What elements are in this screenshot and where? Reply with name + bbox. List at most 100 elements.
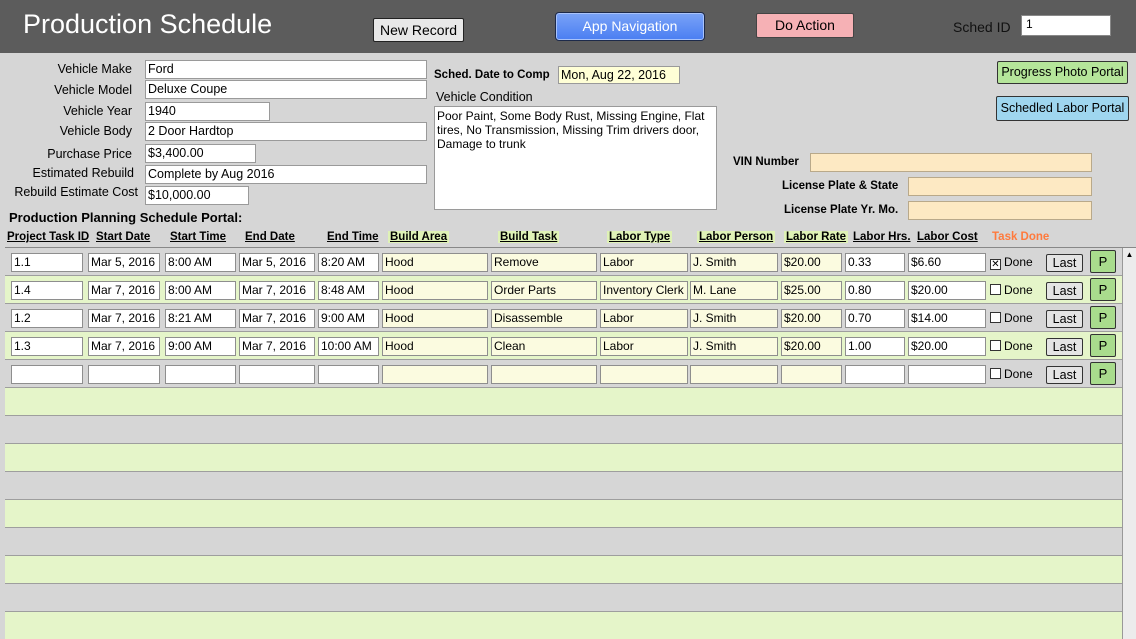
cell-labor-type[interactable]: [600, 365, 688, 384]
cell-labor-type[interactable]: Inventory Clerk: [600, 281, 688, 300]
task-done-checkbox[interactable]: Done: [990, 367, 1033, 381]
cell-labor-person[interactable]: J. Smith: [690, 309, 778, 328]
cell-start-date[interactable]: Mar 7, 2016: [88, 337, 160, 356]
cell-labor-rate[interactable]: $20.00: [781, 337, 842, 356]
cell-end-date[interactable]: [239, 365, 315, 384]
column-header-build-area[interactable]: Build Area: [388, 231, 450, 243]
task-done-checkbox[interactable]: Done: [990, 311, 1033, 325]
cell-labor-person[interactable]: J. Smith: [690, 337, 778, 356]
vin-field[interactable]: [810, 153, 1092, 172]
cell-labor-hrs[interactable]: 1.00: [845, 337, 905, 356]
cell-labor-rate[interactable]: $20.00: [781, 253, 842, 272]
cell-labor-rate[interactable]: [781, 365, 842, 384]
cell-labor-cost[interactable]: $20.00: [908, 281, 986, 300]
column-header-end-date[interactable]: End Date: [245, 231, 295, 243]
cell-end-date[interactable]: Mar 5, 2016: [239, 253, 315, 272]
column-header-task-id[interactable]: Project Task ID: [7, 231, 89, 243]
unchecked-box-icon[interactable]: [990, 312, 1001, 323]
unchecked-box-icon[interactable]: [990, 368, 1001, 379]
purchase-price-field[interactable]: $3,400.00: [145, 144, 256, 163]
last-button[interactable]: Last: [1046, 282, 1083, 300]
progress-photo-portal-button[interactable]: Progress Photo Portal: [997, 61, 1128, 84]
cell-start-date[interactable]: [88, 365, 160, 384]
p-button[interactable]: P: [1090, 362, 1116, 385]
cell-labor-person[interactable]: [690, 365, 778, 384]
cell-start-time[interactable]: 9:00 AM: [165, 337, 236, 356]
task-done-checkbox[interactable]: ✕ Done: [990, 255, 1033, 270]
last-button[interactable]: Last: [1046, 366, 1083, 384]
cell-labor-rate[interactable]: $25.00: [781, 281, 842, 300]
unchecked-box-icon[interactable]: [990, 340, 1001, 351]
task-done-checkbox[interactable]: Done: [990, 283, 1033, 297]
column-header-start-time[interactable]: Start Time: [170, 231, 226, 243]
column-header-end-time[interactable]: End Time: [327, 231, 379, 243]
cell-build-area[interactable]: Hood: [382, 253, 488, 272]
column-header-start-date[interactable]: Start Date: [96, 231, 150, 243]
cell-build-area[interactable]: Hood: [382, 337, 488, 356]
cell-labor-hrs[interactable]: 0.80: [845, 281, 905, 300]
scheduled-labor-portal-button[interactable]: Schedled Labor Portal: [996, 96, 1129, 121]
last-button[interactable]: Last: [1046, 338, 1083, 356]
cell-start-time[interactable]: [165, 365, 236, 384]
cell-start-time[interactable]: 8:00 AM: [165, 281, 236, 300]
column-header-labor-person[interactable]: Labor Person: [697, 231, 776, 243]
cell-labor-cost[interactable]: $14.00: [908, 309, 986, 328]
cell-labor-person[interactable]: J. Smith: [690, 253, 778, 272]
cell-labor-cost[interactable]: $20.00: [908, 337, 986, 356]
cell-labor-type[interactable]: Labor: [600, 253, 688, 272]
unchecked-box-icon[interactable]: [990, 284, 1001, 295]
scroll-up-arrow-icon[interactable]: ▲: [1123, 248, 1136, 261]
cell-end-time[interactable]: 9:00 AM: [318, 309, 379, 328]
cell-task-id[interactable]: 1.1: [11, 253, 83, 272]
cell-labor-type[interactable]: Labor: [600, 309, 688, 328]
cell-task-id[interactable]: 1.3: [11, 337, 83, 356]
cell-build-area[interactable]: Hood: [382, 281, 488, 300]
license-plate-date-field[interactable]: [908, 201, 1092, 220]
cell-end-date[interactable]: Mar 7, 2016: [239, 281, 315, 300]
column-header-build-task[interactable]: Build Task: [498, 231, 560, 243]
p-button[interactable]: P: [1090, 278, 1116, 301]
estimated-rebuild-field[interactable]: Complete by Aug 2016: [145, 165, 427, 184]
cell-labor-type[interactable]: Labor: [600, 337, 688, 356]
cell-labor-person[interactable]: M. Lane: [690, 281, 778, 300]
column-header-labor-type[interactable]: Labor Type: [607, 231, 673, 243]
cell-task-id[interactable]: [11, 365, 83, 384]
cell-end-date[interactable]: Mar 7, 2016: [239, 337, 315, 356]
column-header-labor-rate[interactable]: Labor Rate: [784, 231, 849, 243]
portal-scrollbar[interactable]: ▲: [1122, 248, 1136, 639]
new-record-button[interactable]: New Record: [373, 18, 464, 42]
cell-build-task[interactable]: Remove: [491, 253, 597, 272]
p-button[interactable]: P: [1090, 334, 1116, 357]
cell-labor-cost[interactable]: $6.60: [908, 253, 986, 272]
rebuild-cost-field[interactable]: $10,000.00: [145, 186, 249, 205]
license-plate-field[interactable]: [908, 177, 1092, 196]
vehicle-model-field[interactable]: Deluxe Coupe: [145, 80, 427, 99]
vehicle-body-field[interactable]: 2 Door Hardtop: [145, 122, 427, 141]
vehicle-make-field[interactable]: Ford: [145, 60, 427, 79]
cell-end-time[interactable]: [318, 365, 379, 384]
cell-build-task[interactable]: Disassemble: [491, 309, 597, 328]
cell-task-id[interactable]: 1.2: [11, 309, 83, 328]
column-header-labor-hrs[interactable]: Labor Hrs.: [853, 231, 911, 243]
last-button[interactable]: Last: [1046, 254, 1083, 272]
cell-start-date[interactable]: Mar 7, 2016: [88, 309, 160, 328]
cell-labor-hrs[interactable]: 0.33: [845, 253, 905, 272]
cell-labor-hrs[interactable]: 0.70: [845, 309, 905, 328]
cell-build-area[interactable]: [382, 365, 488, 384]
p-button[interactable]: P: [1090, 250, 1116, 273]
cell-start-time[interactable]: 8:21 AM: [165, 309, 236, 328]
cell-task-id[interactable]: 1.4: [11, 281, 83, 300]
cell-build-task[interactable]: Clean: [491, 337, 597, 356]
last-button[interactable]: Last: [1046, 310, 1083, 328]
cell-labor-hrs[interactable]: [845, 365, 905, 384]
app-navigation-button[interactable]: App Navigation: [555, 12, 705, 41]
cell-start-time[interactable]: 8:00 AM: [165, 253, 236, 272]
cell-labor-rate[interactable]: $20.00: [781, 309, 842, 328]
do-action-button[interactable]: Do Action: [756, 13, 854, 38]
cell-end-time[interactable]: 8:20 AM: [318, 253, 379, 272]
sched-id-field[interactable]: 1: [1021, 15, 1111, 36]
cell-end-time[interactable]: 8:48 AM: [318, 281, 379, 300]
checked-box-icon[interactable]: ✕: [990, 259, 1001, 270]
cell-build-task[interactable]: [491, 365, 597, 384]
task-done-checkbox[interactable]: Done: [990, 339, 1033, 353]
